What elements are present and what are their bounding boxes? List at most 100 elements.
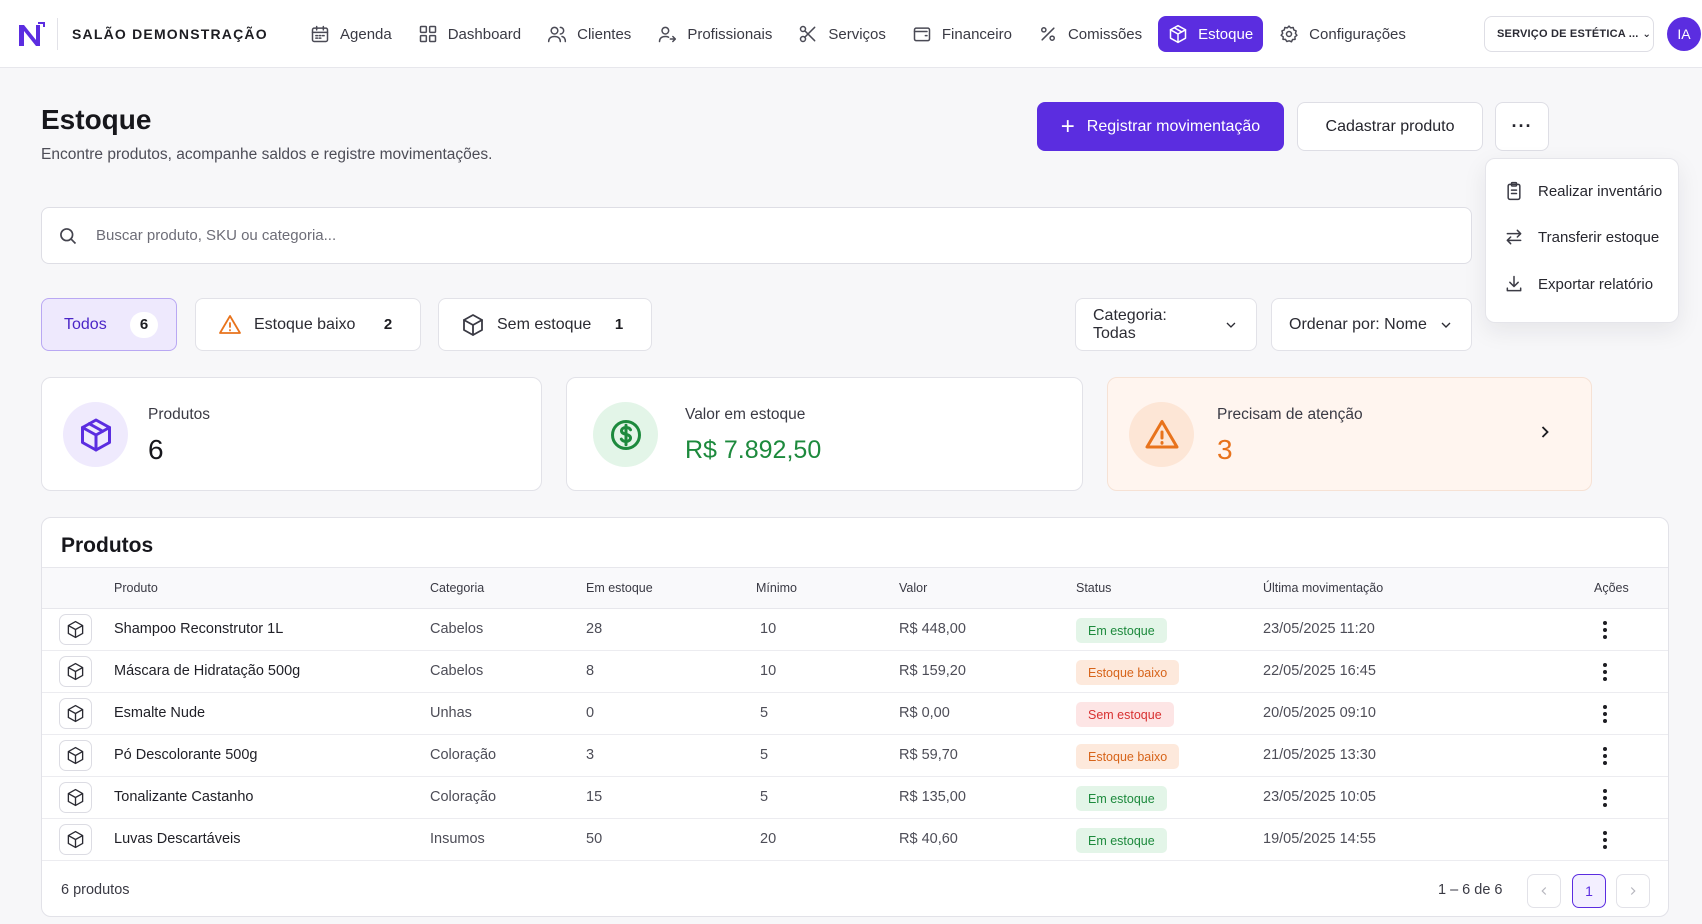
product-thumb <box>59 740 92 771</box>
stat-products-value: 6 <box>148 434 164 465</box>
stat-products-icon-wrap <box>63 402 128 467</box>
product-name[interactable]: Máscara de Hidratação 500g <box>114 663 300 679</box>
table-row[interactable]: Máscara de Hidratação 500g Cabelos 8 10 R$ 1… <box>42 651 1668 693</box>
filter-out-of-stock-count: 1 <box>605 311 633 338</box>
column-header[interactable]: Última movimentação <box>1263 581 1383 595</box>
search-input[interactable] <box>96 208 1456 263</box>
product-name[interactable]: Tonalizante Castanho <box>114 789 253 805</box>
kebab-icon <box>1603 663 1607 667</box>
nav-profissionais-label: Profissionais <box>687 25 773 43</box>
column-header[interactable]: Produto <box>114 581 158 595</box>
column-header[interactable]: Mínimo <box>756 581 797 595</box>
box-icon <box>67 746 84 765</box>
table-row[interactable]: Esmalte Nude Unhas 0 5 R$ 0,00 Sem estoque 20/… <box>42 693 1668 735</box>
filter-out-of-stock[interactable]: Sem estoque 1 <box>438 298 652 351</box>
next-page-button[interactable] <box>1616 874 1650 908</box>
kebab-icon <box>1603 754 1607 758</box>
column-header[interactable]: Valor <box>899 581 927 595</box>
filter-low-stock-label: Estoque baixo <box>254 315 356 333</box>
wallet-icon <box>913 27 931 42</box>
category-select[interactable]: Categoria: Todas <box>1075 298 1257 351</box>
product-thumb <box>59 698 92 729</box>
register-movement-label: Registrar movimentação <box>1086 117 1261 135</box>
row-actions-button[interactable] <box>1600 619 1610 641</box>
row-actions-button[interactable] <box>1600 661 1610 683</box>
stat-value-value: R$ 7.892,50 <box>685 436 822 464</box>
row-actions-button[interactable] <box>1600 745 1610 767</box>
salon-name: SALÃO DEMONSTRAÇÃO <box>72 26 268 42</box>
page-button[interactable]: 1 <box>1572 874 1606 908</box>
menu-item-transfer[interactable]: Transferir estoque <box>1504 227 1659 247</box>
product-name[interactable]: Luvas Descartáveis <box>114 831 241 847</box>
menu-item-export-label: Exportar relatório <box>1538 275 1654 293</box>
plus-icon: + <box>1060 112 1075 140</box>
product-minimum: 5 <box>760 705 769 721</box>
product-name[interactable]: Esmalte Nude <box>114 705 205 721</box>
product-name[interactable]: Shampoo Reconstrutor 1L <box>114 621 283 637</box>
chevron-down-icon: ⌄ <box>1642 28 1652 40</box>
product-thumb <box>59 614 92 645</box>
product-thumb <box>59 656 92 687</box>
box-icon <box>80 418 111 451</box>
status-badge: Estoque baixo <box>1076 744 1180 769</box>
product-minimum: 10 <box>760 621 777 637</box>
product-category: Cabelos <box>430 663 484 679</box>
table-row[interactable]: Luvas Descartáveis Insumos 50 20 R$ 40,60 Em … <box>42 819 1668 861</box>
box-icon <box>67 620 84 639</box>
menu-item-inventory[interactable]: Realizar inventário <box>1504 181 1662 201</box>
table-row[interactable]: Shampoo Reconstrutor 1L Cabelos 28 10 R$ 448… <box>42 609 1668 651</box>
kebab-icon <box>1603 838 1607 842</box>
chevron-down-icon <box>1441 322 1451 328</box>
product-value: R$ 0,00 <box>899 705 950 721</box>
row-actions-button[interactable] <box>1600 703 1610 725</box>
stat-card-attention[interactable]: Precisam de atenção 3 <box>1107 377 1592 491</box>
box-icon <box>67 788 84 807</box>
add-product-button[interactable]: Cadastrar produto <box>1297 102 1483 151</box>
search-icon <box>60 228 77 245</box>
nav-financeiro[interactable]: Financeiro <box>902 16 1022 52</box>
more-options-button[interactable]: ··· <box>1495 102 1549 151</box>
nav-agenda[interactable]: Agenda <box>300 16 402 52</box>
order-select[interactable]: Ordenar por: Nome <box>1271 298 1472 351</box>
table-row[interactable]: Tonalizante Castanho Coloração 15 5 R$ 135,0… <box>42 777 1668 819</box>
unit-selector[interactable]: SERVIÇO DE ESTÉTICA ... ⌄ <box>1484 16 1654 52</box>
nav-servicos[interactable]: Serviços <box>788 16 896 52</box>
pagination-range: 1 – 6 de 6 <box>1438 882 1503 898</box>
more-options-menu: Realizar inventário Transferir estoque E… <box>1485 158 1679 323</box>
nav-profissionais[interactable]: Profissionais <box>647 16 782 52</box>
nav-estoque[interactable]: Estoque <box>1158 16 1264 52</box>
stat-card-products: Produtos 6 <box>41 377 542 491</box>
column-header[interactable]: Categoria <box>430 581 484 595</box>
filter-low-stock[interactable]: Estoque baixo 2 <box>195 298 421 351</box>
stat-value-label: Valor em estoque <box>685 406 806 423</box>
register-movement-button[interactable]: + Registrar movimentação <box>1037 102 1284 151</box>
nav-comissoes[interactable]: Comissões <box>1028 16 1152 52</box>
chevron-right-icon[interactable] <box>1535 422 1555 442</box>
table-row[interactable]: Pó Descolorante 500g Coloração 3 5 R$ 59,70 E… <box>42 735 1668 777</box>
kebab-icon <box>1603 677 1607 681</box>
prev-page-button[interactable] <box>1527 874 1561 908</box>
order-select-value: Ordenar por: Nome <box>1289 315 1427 333</box>
row-actions-button[interactable] <box>1600 787 1610 809</box>
row-actions-button[interactable] <box>1600 829 1610 851</box>
stat-value-icon-wrap <box>593 402 658 467</box>
column-header[interactable]: Status <box>1076 581 1111 595</box>
product-value: R$ 448,00 <box>899 621 966 637</box>
product-name[interactable]: Pó Descolorante 500g <box>114 747 258 763</box>
filter-all-count: 6 <box>130 311 158 338</box>
menu-item-transfer-label: Transferir estoque <box>1538 228 1660 246</box>
nav-configuracoes-label: Configurações <box>1309 25 1406 43</box>
filter-all[interactable]: Todos 6 <box>41 298 177 351</box>
chevron-down-icon <box>1226 322 1236 328</box>
nav-clientes[interactable]: Clientes <box>537 16 641 52</box>
product-last-movement: 21/05/2025 13:30 <box>1263 747 1376 763</box>
category-select-value: Categoria: Todas <box>1093 306 1167 342</box>
avatar[interactable]: IA <box>1667 17 1701 51</box>
nav-dashboard[interactable]: Dashboard <box>408 16 531 52</box>
nav-configuracoes[interactable]: Configurações <box>1269 16 1416 52</box>
menu-item-export[interactable]: Exportar relatório <box>1504 274 1653 294</box>
logo-icon[interactable] <box>16 20 46 50</box>
kebab-icon <box>1603 845 1607 849</box>
table-header: Produto Categoria Em estoque Mínimo Valo… <box>42 567 1668 609</box>
column-header[interactable]: Em estoque <box>586 581 653 595</box>
